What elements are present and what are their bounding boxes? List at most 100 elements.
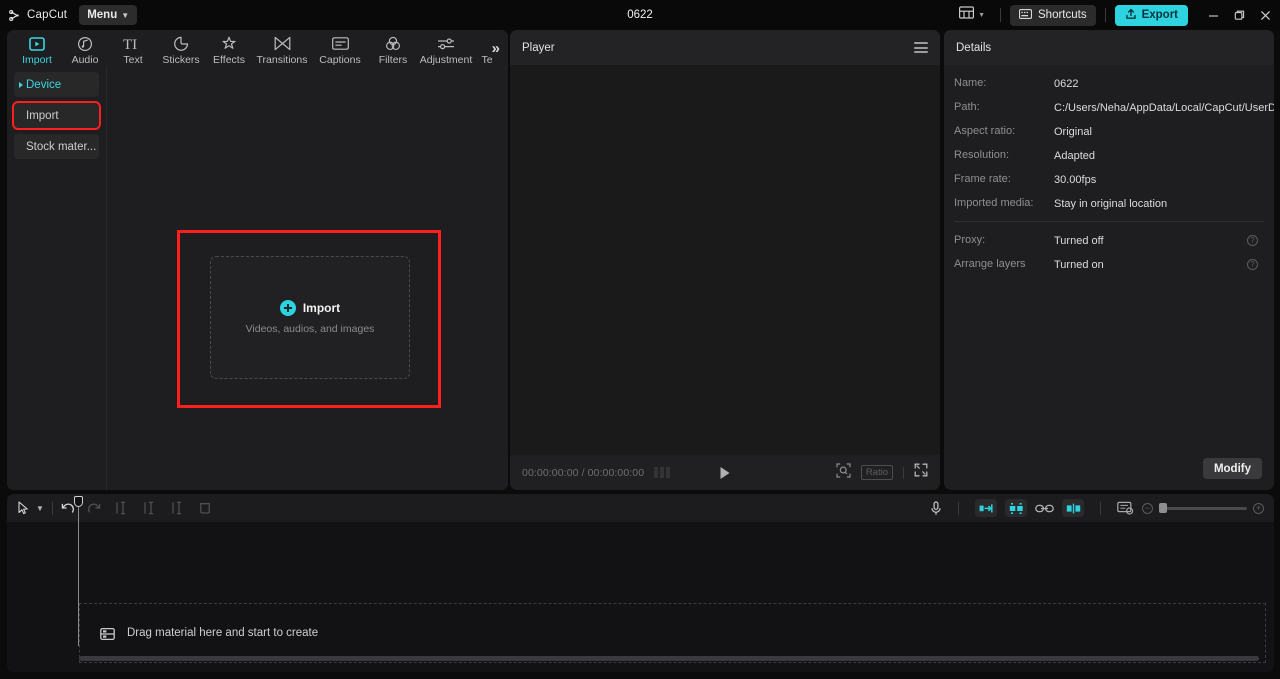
tab-label: Captions xyxy=(319,54,361,66)
preview-canvas-icon[interactable] xyxy=(1117,501,1134,515)
detail-row-path: Path: C:/Users/Neha/AppData/Local/CapCut… xyxy=(954,101,1274,115)
tab-captions[interactable]: Captions xyxy=(311,32,369,66)
detail-row-frame-rate: Frame rate: 30.00fps xyxy=(954,173,1264,187)
effects-sparkle-icon xyxy=(221,35,237,52)
text-ti-icon: TI xyxy=(123,35,143,52)
tab-text[interactable]: TI Text xyxy=(109,32,157,67)
detail-key: Name: xyxy=(954,77,987,89)
hamburger-menu-icon[interactable] xyxy=(914,42,928,53)
media-sidebar: Device Import Stock mater... xyxy=(7,66,106,490)
detail-key: Imported media: xyxy=(954,197,1034,209)
mirror-split-icon[interactable] xyxy=(1062,499,1084,517)
adjustment-sliders-icon xyxy=(437,35,455,52)
maximize-button[interactable] xyxy=(1226,0,1252,30)
split-right-icon[interactable] xyxy=(171,501,183,515)
fullscreen-expand-icon[interactable] xyxy=(914,463,928,482)
zoom-in-icon[interactable]: + xyxy=(1253,502,1264,514)
timeline-ruler[interactable] xyxy=(7,522,1274,546)
tab-stickers[interactable]: Stickers xyxy=(157,32,205,66)
auto-fit-icon[interactable] xyxy=(975,499,997,517)
sidebar-item-import[interactable]: Import xyxy=(12,101,101,130)
svg-text:TI: TI xyxy=(123,37,137,51)
player-controls: 00:00:00:00 / 00:00:00:00 Ratio xyxy=(510,455,940,490)
detail-value: C:/Users/Neha/AppData/Local/CapCut/UserD… xyxy=(1054,102,1274,114)
timeline-playhead[interactable] xyxy=(73,496,85,646)
detail-row-name: Name: 0622 xyxy=(954,77,1264,91)
sidebar-item-label: Device xyxy=(26,78,62,91)
detail-key: Frame rate: xyxy=(954,173,1011,185)
delete-icon[interactable] xyxy=(199,501,211,515)
tab-import[interactable]: Import xyxy=(13,32,61,66)
import-media-icon xyxy=(29,35,45,52)
timecode-grid-icon xyxy=(654,467,671,478)
detail-key: Resolution: xyxy=(954,149,1010,161)
timeline-horizontal-scrollbar[interactable] xyxy=(79,656,1259,661)
divider xyxy=(958,501,959,515)
dropzone-subtitle: Videos, audios, and images xyxy=(245,323,375,335)
crop-zoom-icon[interactable] xyxy=(836,462,851,483)
tab-transitions[interactable]: Transitions xyxy=(253,32,311,66)
sidebar-item-device[interactable]: Device xyxy=(14,72,99,97)
ratio-button[interactable]: Ratio xyxy=(860,465,893,480)
link-icon[interactable] xyxy=(1035,503,1054,514)
timeline-empty-text: Drag material here and start to create xyxy=(127,627,319,639)
tab-label: Audio xyxy=(71,54,99,66)
chevron-double-right-icon[interactable]: » xyxy=(492,40,500,57)
timeline-zoom-slider[interactable]: − + xyxy=(1142,502,1264,514)
timeline-panel: ▼ − + Drag material here and start to cr… xyxy=(7,494,1274,672)
detail-value: Turned off xyxy=(1054,235,1104,247)
divider xyxy=(1104,8,1106,22)
cursor-arrow-icon[interactable] xyxy=(17,501,30,515)
detail-value: Turned on xyxy=(1054,259,1104,271)
redo-icon[interactable] xyxy=(87,502,101,515)
sidebar-item-stock-material[interactable]: Stock mater... xyxy=(14,134,99,159)
help-icon[interactable]: ? xyxy=(1247,235,1258,246)
microphone-icon[interactable] xyxy=(930,500,942,516)
auto-adjust-icon[interactable] xyxy=(1005,499,1027,517)
tab-adjustment[interactable]: Adjustment xyxy=(417,32,475,66)
tab-audio[interactable]: Audio xyxy=(61,32,109,66)
detail-row-resolution: Resolution: Adapted xyxy=(954,149,1264,163)
film-strip-icon xyxy=(100,627,115,640)
play-triangle-icon[interactable] xyxy=(720,466,730,479)
detail-key: Aspect ratio: xyxy=(954,125,1016,137)
minimize-button[interactable] xyxy=(1200,0,1226,30)
split-icon[interactable] xyxy=(143,501,155,515)
divider xyxy=(903,466,904,479)
shortcuts-button[interactable]: Shortcuts xyxy=(1010,4,1096,26)
dropzone-row: Import xyxy=(279,300,340,316)
sticker-icon xyxy=(173,35,189,52)
help-icon[interactable]: ? xyxy=(1247,259,1258,270)
titlebar-actions: ▼ Shortcuts Export xyxy=(953,0,1280,30)
player-title: Player xyxy=(522,41,555,54)
zoom-out-icon[interactable]: − xyxy=(1142,502,1153,514)
detail-row-proxy: Proxy: Turned off ? xyxy=(954,234,1264,248)
split-left-icon[interactable] xyxy=(115,501,127,515)
detail-key: Path: xyxy=(954,101,980,113)
media-panel: Import Audio TI Text Stickers Effects Tr… xyxy=(7,30,508,490)
modify-button[interactable]: Modify xyxy=(1202,458,1262,479)
timeline-dropzone[interactable]: Drag material here and start to create xyxy=(79,603,1266,663)
tab-filters[interactable]: Filters xyxy=(369,32,417,66)
layout-dropdown-button[interactable]: ▼ xyxy=(953,4,991,26)
menu-button[interactable]: Menu ▼ xyxy=(79,5,138,25)
player-header: Player xyxy=(510,30,940,65)
sidebar-item-label: Import xyxy=(26,109,59,122)
playhead-handle[interactable] xyxy=(74,496,83,507)
transitions-bowtie-icon xyxy=(274,35,291,52)
detail-value: Adapted xyxy=(1054,150,1095,162)
sidebar-item-label: Stock mater... xyxy=(26,140,97,153)
app-name: CapCut xyxy=(27,9,68,21)
panel-body: Device Import Stock mater... Import Vide… xyxy=(7,66,508,490)
zoom-track[interactable] xyxy=(1159,503,1247,513)
tab-effects[interactable]: Effects xyxy=(205,32,253,66)
chevron-down-icon[interactable]: ▼ xyxy=(36,504,44,513)
zoom-handle[interactable] xyxy=(1159,503,1167,513)
close-button[interactable] xyxy=(1252,0,1278,30)
layout-grid-icon xyxy=(959,6,975,24)
import-dropzone[interactable]: Import Videos, audios, and images xyxy=(210,256,410,379)
export-button[interactable]: Export xyxy=(1114,4,1188,26)
detail-value: 30.00fps xyxy=(1054,174,1097,186)
divider xyxy=(51,501,53,515)
capcut-logo-icon xyxy=(9,9,22,22)
